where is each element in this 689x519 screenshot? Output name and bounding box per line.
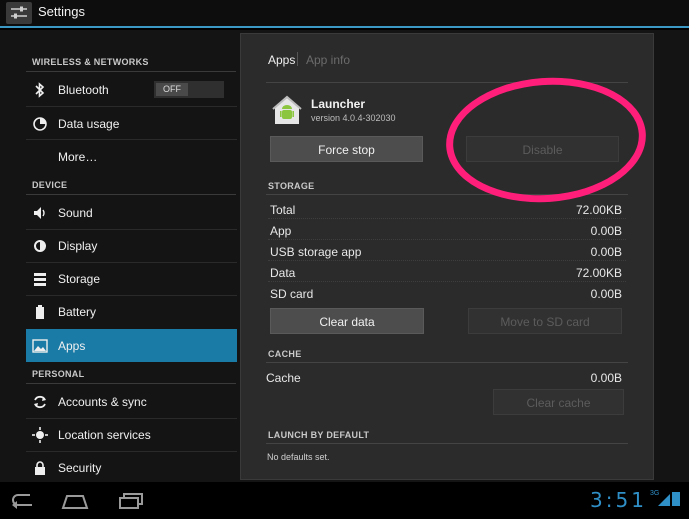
home-icon[interactable]	[60, 490, 90, 510]
section-header-device: DEVICE	[32, 180, 68, 190]
clear-data-button[interactable]: Clear data	[270, 308, 424, 334]
location-icon	[32, 427, 48, 443]
system-navigation-bar	[0, 482, 689, 519]
sidebar-item-more[interactable]: More…	[26, 140, 237, 173]
sidebar-item-label: Storage	[58, 272, 101, 286]
sidebar-item-label: Data usage	[58, 117, 120, 131]
breadcrumb-app-info: App info	[306, 53, 351, 67]
sidebar-item-security[interactable]: Security	[26, 451, 237, 484]
storage-row-label: SD card	[270, 287, 314, 301]
storage-row-label: Data	[270, 266, 296, 280]
sidebar-item-location[interactable]: Location services	[26, 418, 237, 451]
row-separator	[268, 239, 626, 240]
storage-row-value: 72.00KB	[575, 266, 622, 280]
launch-default-header: LAUNCH BY DEFAULT	[268, 430, 370, 440]
storage-row-value: 0.00B	[590, 287, 622, 301]
sidebar-item-label: Accounts & sync	[58, 395, 147, 409]
lock-icon	[35, 461, 45, 475]
cache-label: Cache	[266, 371, 301, 385]
sidebar-item-data-usage[interactable]: Data usage	[26, 107, 237, 140]
sync-icon	[34, 395, 46, 409]
sidebar-item-display[interactable]: Display	[26, 229, 237, 262]
sidebar-item-label: Sound	[58, 206, 93, 220]
breadcrumb-separator	[297, 52, 298, 66]
data-usage-icon	[33, 117, 47, 131]
divider	[26, 71, 236, 72]
speaker-icon	[34, 207, 45, 219]
storage-header: STORAGE	[268, 181, 315, 191]
divider	[26, 383, 236, 384]
row-separator	[268, 281, 626, 282]
divider	[26, 194, 236, 195]
toggle-state: OFF	[156, 83, 188, 96]
recent-apps-icon[interactable]	[116, 490, 146, 510]
sidebar-item-label: Bluetooth	[58, 83, 109, 97]
storage-row-label: USB storage app	[270, 245, 362, 259]
status-clock: 3:51	[590, 488, 647, 512]
force-stop-button[interactable]: Force stop	[270, 136, 423, 162]
storage-row-value: 72.00KB	[575, 203, 622, 217]
back-icon[interactable]	[8, 490, 36, 510]
row-separator	[268, 260, 626, 261]
apps-icon	[32, 339, 48, 353]
sidebar-item-label: Apps	[58, 339, 86, 353]
section-header-wireless: WIRELESS & NETWORKS	[32, 57, 149, 67]
storage-row-value: 0.00B	[590, 245, 622, 259]
section-header-personal: PERSONAL	[32, 369, 85, 379]
sidebar-item-label: Security	[58, 461, 102, 475]
display-brightness-icon	[34, 240, 46, 252]
divider	[266, 362, 628, 363]
sidebar-item-sound[interactable]: Sound	[26, 196, 237, 229]
clear-cache-button[interactable]: Clear cache	[493, 389, 624, 415]
sidebar-item-battery[interactable]: Battery	[26, 295, 237, 328]
app-version: version 4.0.4-302030	[311, 113, 396, 123]
sidebar-item-label: Location services	[58, 428, 151, 442]
bluetooth-toggle[interactable]: OFF	[154, 81, 224, 98]
action-bar: Settings	[0, 0, 689, 28]
sidebar-item-storage[interactable]: Storage	[26, 262, 237, 295]
sidebar-item-accounts-sync[interactable]: Accounts & sync	[26, 385, 237, 418]
storage-row-value: 0.00B	[590, 224, 622, 238]
storage-row-label: App	[270, 224, 292, 238]
move-to-sd-button[interactable]: Move to SD card	[468, 308, 622, 334]
signal-icon	[658, 494, 670, 506]
divider	[266, 443, 628, 444]
sidebar-item-label: Display	[58, 239, 98, 253]
storage-icon	[34, 273, 46, 286]
bluetooth-icon	[35, 82, 45, 98]
settings-sliders-icon[interactable]	[6, 2, 32, 24]
app-title: Settings	[38, 4, 85, 19]
sidebar-item-label: More…	[58, 150, 98, 164]
sidebar-item-bluetooth[interactable]: Bluetooth OFF	[26, 73, 237, 106]
sidebar-item-apps[interactable]: Apps	[26, 329, 237, 362]
app-name: Launcher	[311, 97, 366, 111]
cache-value: 0.00B	[590, 371, 622, 385]
battery-status-icon	[672, 492, 680, 506]
storage-row-label: Total	[270, 203, 296, 217]
battery-icon	[36, 305, 44, 319]
breadcrumb-apps[interactable]: Apps	[268, 53, 295, 67]
row-separator	[268, 218, 626, 219]
no-defaults-text: No defaults set.	[267, 452, 330, 462]
sidebar-item-label: Battery	[58, 305, 97, 319]
android-launcher-icon	[272, 95, 302, 124]
cache-header: CACHE	[268, 349, 302, 359]
